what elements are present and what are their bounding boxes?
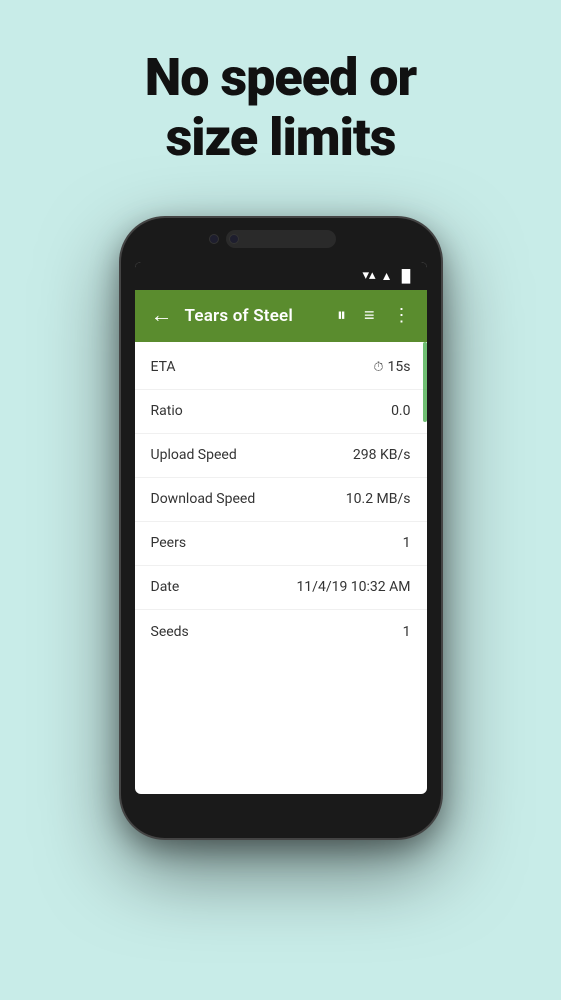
- page-background: No speed or size limits ▾▴ ▲ ▐▌ ← Tears …: [0, 0, 561, 1000]
- back-button[interactable]: ←: [147, 301, 177, 331]
- info-label: Date: [151, 579, 180, 595]
- clock-icon: ⏱: [373, 360, 383, 375]
- info-value-text: 10.2 MB/s: [346, 491, 411, 507]
- app-bar-actions: ⏸ ≡ ⋮: [333, 303, 415, 329]
- list-button[interactable]: ≡: [360, 303, 379, 329]
- info-value-text: 1: [403, 624, 411, 640]
- info-label: Seeds: [151, 624, 189, 640]
- info-label: ETA: [151, 359, 176, 375]
- more-button[interactable]: ⋮: [389, 303, 415, 329]
- info-value: 11/4/19 10:32 AM: [296, 579, 410, 595]
- info-list: ETA ⏱ 15s Ratio 0.0 Upload Speed 298 KB/s Downl…: [135, 342, 427, 658]
- phone-camera-right: [229, 234, 239, 244]
- headline: No speed or size limits: [115, 48, 446, 168]
- phone-device: ▾▴ ▲ ▐▌ ← Tears of Steel ⏸ ≡ ⋮ ETA ⏱ 15s Ra…: [121, 218, 441, 838]
- app-bar: ← Tears of Steel ⏸ ≡ ⋮: [135, 290, 427, 342]
- info-value: 1: [403, 535, 411, 551]
- wifi-icon: ▾▴: [363, 268, 376, 283]
- phone-speaker: [226, 230, 336, 248]
- info-value: 0.0: [391, 403, 410, 419]
- info-value: 10.2 MB/s: [346, 491, 411, 507]
- info-value-text: 298 KB/s: [353, 447, 411, 463]
- table-row: Download Speed 10.2 MB/s: [135, 478, 427, 522]
- info-label: Peers: [151, 535, 187, 551]
- status-bar: ▾▴ ▲ ▐▌: [135, 262, 427, 290]
- info-value: 298 KB/s: [353, 447, 411, 463]
- signal-icon: ▲: [381, 269, 393, 283]
- table-row: Seeds 1: [135, 610, 427, 654]
- pause-button[interactable]: ⏸: [333, 303, 350, 329]
- info-value-text: 1: [403, 535, 411, 551]
- battery-icon: ▐▌: [397, 269, 414, 283]
- info-label: Upload Speed: [151, 447, 237, 463]
- headline-line1: No speed or: [145, 47, 416, 108]
- app-bar-title: Tears of Steel: [185, 306, 325, 326]
- info-value-text: 15s: [388, 359, 411, 375]
- info-label: Download Speed: [151, 491, 256, 507]
- table-row: Date 11/4/19 10:32 AM: [135, 566, 427, 610]
- table-row: Upload Speed 298 KB/s: [135, 434, 427, 478]
- headline-line2: size limits: [166, 107, 396, 168]
- table-row: ETA ⏱ 15s: [135, 346, 427, 390]
- info-value: 1: [403, 624, 411, 640]
- info-value-text: 11/4/19 10:32 AM: [296, 579, 410, 595]
- info-value: ⏱ 15s: [373, 359, 410, 375]
- table-row: Peers 1: [135, 522, 427, 566]
- scroll-indicator: [423, 342, 427, 422]
- info-label: Ratio: [151, 403, 183, 419]
- phone-screen: ▾▴ ▲ ▐▌ ← Tears of Steel ⏸ ≡ ⋮ ETA ⏱ 15s Ra…: [135, 262, 427, 794]
- phone-camera-left: [209, 234, 219, 244]
- table-row: Ratio 0.0: [135, 390, 427, 434]
- info-value-text: 0.0: [391, 403, 410, 419]
